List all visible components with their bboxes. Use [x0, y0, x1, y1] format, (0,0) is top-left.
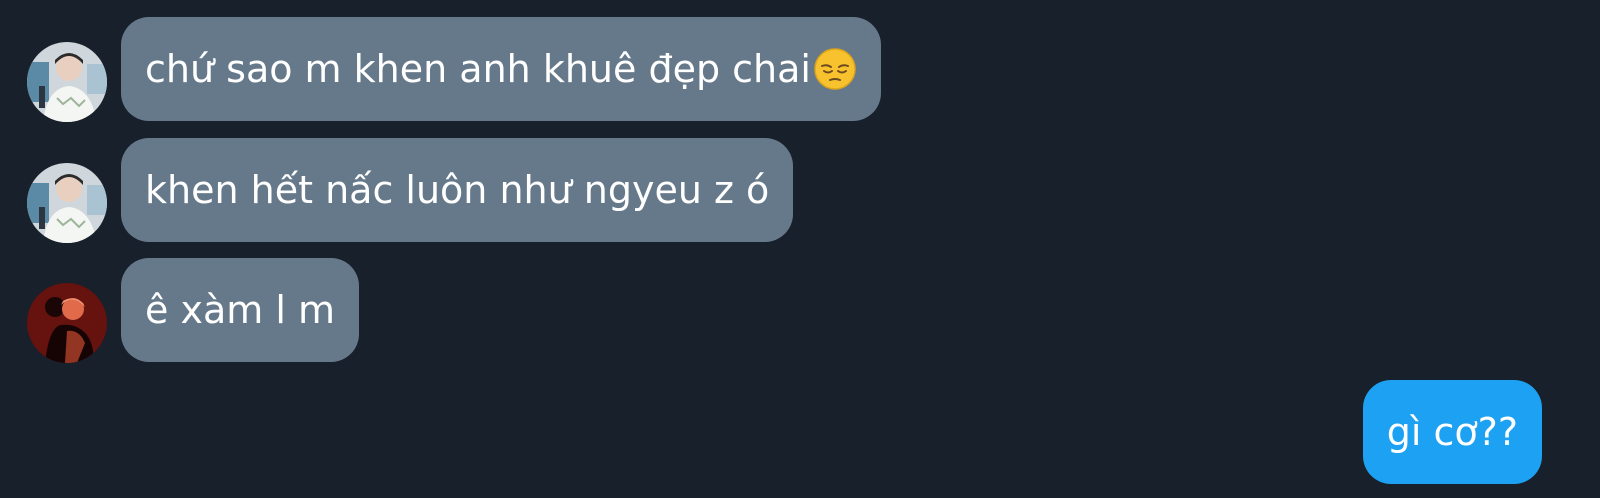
sender-avatar[interactable]: [27, 283, 107, 363]
incoming-message-bubble[interactable]: ê xàm l m: [121, 258, 359, 362]
message-text: khen hết nấc luôn như ngyeu z ó: [145, 168, 770, 212]
sender-avatar[interactable]: [27, 163, 107, 243]
outgoing-message-bubble[interactable]: gì cơ??: [1362, 380, 1542, 484]
message-text: gì cơ??: [1386, 410, 1518, 454]
incoming-message-bubble[interactable]: chứ sao m khen anh khuê đẹp chai: [121, 17, 881, 121]
sender-avatar[interactable]: [27, 42, 107, 122]
incoming-message-bubble[interactable]: khen hết nấc luôn như ngyeu z ó: [121, 138, 794, 242]
avatar-photo-icon: [27, 163, 107, 243]
message-text: ê xàm l m: [145, 288, 335, 332]
message-text: chứ sao m khen anh khuê đẹp chai: [145, 47, 811, 91]
avatar-photo-icon: [27, 283, 107, 363]
avatar-photo-icon: [27, 42, 107, 122]
chat-thread: chứ sao m khen anh khuê đẹp chai khen hế…: [0, 0, 1600, 498]
pensive-face-icon: [814, 48, 856, 90]
